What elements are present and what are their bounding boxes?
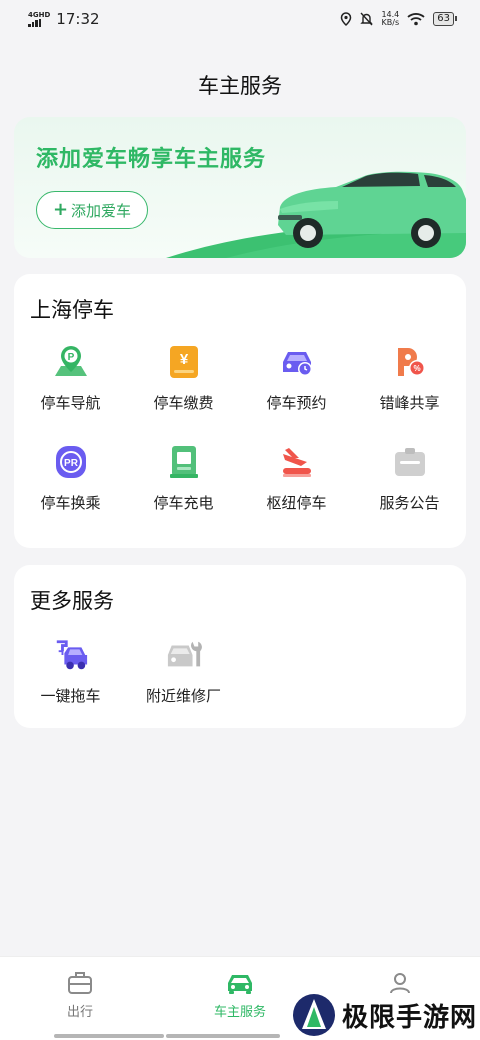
- home-indicator-left: [54, 1034, 164, 1038]
- parking-reservation-icon: [279, 344, 315, 380]
- status-bar: 4GHD 17:32 14.4 KB/s 63: [0, 0, 480, 38]
- watermark-text: 极限手游网: [342, 1002, 478, 1033]
- ev-charging-label: 停车充电: [153, 494, 214, 512]
- park-and-ride-label: 停车换乘: [40, 494, 101, 512]
- nearby-repair-label: 附近维修厂: [145, 687, 221, 705]
- off-peak-sharing-icon: %: [392, 344, 428, 380]
- status-left: 4GHD 17:32: [28, 10, 100, 28]
- tow-service[interactable]: 一键拖车: [14, 637, 127, 706]
- site-watermark: 极限手游网: [292, 990, 480, 1040]
- location-icon: [341, 12, 352, 26]
- parking-payment[interactable]: ¥ 停车缴费: [127, 344, 240, 413]
- luggage-icon: [68, 972, 92, 994]
- parking-reservation-label: 停车预约: [266, 394, 327, 412]
- svg-text:P: P: [67, 352, 74, 363]
- ev-charging[interactable]: 停车充电: [127, 444, 240, 513]
- add-car-button[interactable]: + 添加爱车: [36, 191, 148, 229]
- svg-text:PR: PR: [64, 458, 79, 469]
- add-car-label: 添加爱车: [71, 201, 132, 220]
- nearby-repair[interactable]: 附近维修厂: [127, 637, 240, 706]
- repair-shop-icon: [166, 637, 202, 673]
- signal-icon: 4GHD: [28, 10, 51, 27]
- hub-parking[interactable]: 枢纽停车: [240, 444, 353, 513]
- hub-parking-label: 枢纽停车: [266, 494, 327, 512]
- car-icon: [228, 975, 252, 994]
- wifi-icon: [407, 13, 425, 26]
- plus-icon: +: [52, 199, 69, 220]
- parking-payment-icon: ¥: [166, 344, 202, 380]
- network-speed: 14.4 KB/s: [381, 11, 399, 27]
- page-title: 车主服务: [198, 74, 282, 98]
- parking-navigation[interactable]: P 停车导航: [14, 344, 127, 413]
- park-and-ride[interactable]: PR 停车换乘: [14, 444, 127, 513]
- parking-card-title: 上海停车: [30, 298, 114, 322]
- home-indicator-right: [166, 1034, 280, 1038]
- svg-text:%: %: [413, 364, 420, 373]
- off-peak-sharing[interactable]: % 错峰共享: [353, 344, 466, 413]
- park-and-ride-icon: PR: [53, 444, 89, 480]
- service-notice-label: 服务公告: [379, 494, 440, 512]
- service-notice[interactable]: 服务公告: [353, 444, 466, 513]
- parking-reservation[interactable]: 停车预约: [240, 344, 353, 413]
- battery-icon: 63: [433, 12, 457, 26]
- more-card-title: 更多服务: [30, 589, 114, 613]
- tab-travel-label: 出行: [66, 1005, 93, 1020]
- parking-navigation-icon: P: [53, 344, 89, 380]
- hub-parking-icon: [279, 444, 315, 480]
- watermark-logo-icon: [293, 994, 335, 1036]
- off-peak-sharing-label: 错峰共享: [379, 394, 440, 412]
- tow-truck-icon: [53, 637, 89, 673]
- car-illustration-icon: [166, 171, 466, 258]
- parking-navigation-label: 停车导航: [40, 394, 101, 412]
- service-notice-icon: [392, 444, 428, 480]
- shanghai-parking-card: 上海停车 P 停车导航 ¥ 停车缴费 停车预约 % 错峰共享 PR 停车换乘 停…: [14, 274, 466, 548]
- tow-service-label: 一键拖车: [40, 687, 101, 705]
- status-time: 17:32: [56, 10, 100, 28]
- svg-text:¥: ¥: [179, 351, 188, 368]
- mute-bell-icon: [360, 12, 374, 26]
- tab-car-services-label: 车主服务: [213, 1005, 266, 1020]
- status-right: 14.4 KB/s 63: [340, 11, 457, 27]
- speed-unit: KB/s: [381, 18, 400, 27]
- add-car-banner: 添加爱车畅享车主服务 + 添加爱车: [14, 117, 466, 258]
- tab-travel[interactable]: 出行: [0, 971, 160, 1020]
- parking-payment-label: 停车缴费: [153, 394, 214, 412]
- ev-charging-icon: [166, 444, 202, 480]
- more-services-card: 更多服务 一键拖车 附近维修厂: [14, 565, 466, 728]
- network-type: 4GHD: [28, 10, 51, 19]
